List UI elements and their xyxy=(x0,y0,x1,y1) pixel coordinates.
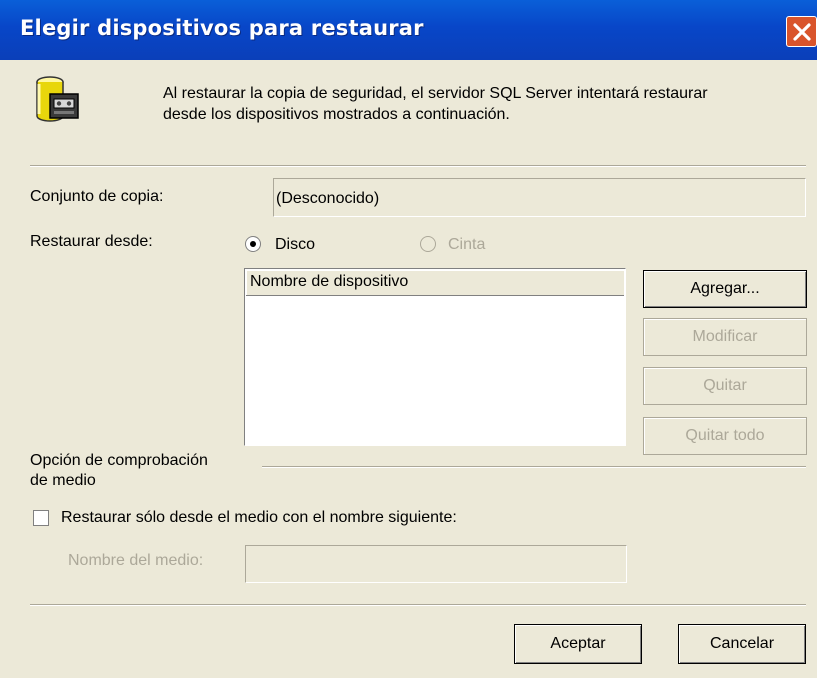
radio-disk[interactable]: Disco xyxy=(245,236,345,258)
radio-tape[interactable]: Cinta xyxy=(420,236,520,258)
separator-media-check xyxy=(262,466,806,468)
title-bar[interactable]: Elegir dispositivos para restaurar xyxy=(0,0,817,60)
media-check-section-line2: de medio xyxy=(30,472,96,489)
intro-text-line1: Al restaurar la copia de seguridad, el s… xyxy=(163,85,708,102)
modify-button[interactable]: Modificar xyxy=(643,318,807,356)
backup-set-value: (Desconocido) xyxy=(276,190,380,207)
close-icon xyxy=(793,23,811,41)
device-list[interactable]: Nombre de dispositivo xyxy=(244,268,626,446)
backup-set-label: Conjunto de copia: xyxy=(30,188,164,205)
remove-all-button[interactable]: Quitar todo xyxy=(643,417,807,455)
intro-text-line2: desde los dispositivos mostrados a conti… xyxy=(163,106,510,123)
radio-disk-label: Disco xyxy=(275,236,316,253)
close-button[interactable] xyxy=(786,16,817,47)
device-name-column-header[interactable]: Nombre de dispositivo xyxy=(246,270,624,296)
restore-by-media-name-checkbox[interactable] xyxy=(33,510,49,526)
remove-button[interactable]: Quitar xyxy=(643,367,807,405)
radio-tape-button[interactable] xyxy=(420,236,436,252)
media-name-label: Nombre del medio: xyxy=(68,552,204,569)
add-button[interactable]: Agregar... xyxy=(643,270,807,308)
media-name-input[interactable] xyxy=(245,545,627,583)
cancel-button[interactable]: Cancelar xyxy=(678,624,806,664)
restore-by-media-name-checkbox-row[interactable]: Restaurar sólo desde el medio con el nom… xyxy=(33,509,533,531)
database-tape-icon xyxy=(30,70,90,130)
radio-tape-label: Cinta xyxy=(448,236,486,253)
separator-top xyxy=(30,165,806,167)
separator-bottom xyxy=(30,604,806,606)
media-check-section-line1: Opción de comprobación xyxy=(30,452,208,469)
backup-set-field: (Desconocido) xyxy=(273,178,806,217)
window-title: Elegir dispositivos para restaurar xyxy=(20,16,424,40)
restore-from-label: Restaurar desde: xyxy=(30,233,153,250)
restore-by-media-name-label: Restaurar sólo desde el medio con el nom… xyxy=(61,509,457,526)
ok-button[interactable]: Aceptar xyxy=(514,624,642,664)
radio-disk-button[interactable] xyxy=(245,236,261,252)
